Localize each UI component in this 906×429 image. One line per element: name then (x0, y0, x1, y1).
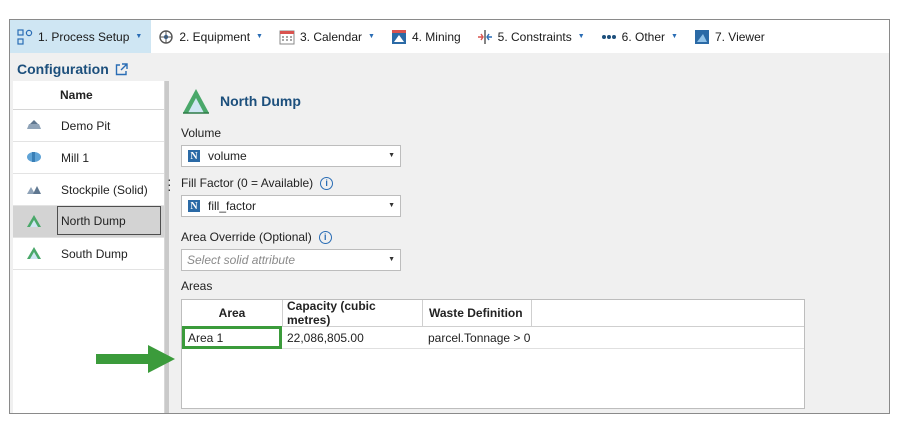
volume-label: Volume (181, 126, 221, 140)
fill-factor-label-text: Fill Factor (0 = Available) (181, 176, 314, 190)
detail-header: North Dump (181, 87, 301, 115)
main-toolbar: 1. Process Setup ▼ 2. Equipment ▼ 3. Cal… (10, 20, 889, 53)
info-icon[interactable]: i (320, 176, 334, 190)
column-header-capacity[interactable]: Capacity (cubic metres) (283, 299, 423, 327)
tab-mining-label: 4. Mining (411, 29, 461, 44)
areas-grid: Area Capacity (cubic metres) Waste Defin… (181, 299, 805, 409)
mining-icon (391, 29, 406, 44)
calendar-icon (279, 30, 295, 44)
list-item-north-dump[interactable]: North Dump (13, 206, 164, 238)
tab-other-label: 6. Other (621, 29, 666, 44)
chevron-down-icon[interactable]: ▼ (388, 152, 395, 159)
fill-factor-dropdown[interactable]: N fill_factor ▼ (181, 195, 401, 217)
mill-icon (27, 152, 41, 162)
column-header-filler (532, 300, 804, 327)
capacity-cell[interactable]: 22,086,805.00 (287, 327, 423, 349)
equipment-icon (159, 29, 174, 44)
volume-dropdown[interactable]: N volume ▼ (181, 145, 401, 167)
stockpile-icon (27, 186, 41, 194)
pit-icon (27, 120, 41, 129)
list-item-label: Mill 1 (61, 151, 90, 165)
fill-factor-label: Fill Factor (0 = Available) i (181, 176, 334, 190)
waste-definition-cell[interactable]: parcel.Tonnage > 0 (428, 327, 628, 349)
process-setup-icon (17, 28, 33, 45)
volume-value: volume (208, 149, 247, 163)
tab-constraints[interactable]: 5. Constraints ▼ (470, 20, 594, 53)
column-header-waste-definition[interactable]: Waste Definition (423, 300, 532, 327)
tab-process-setup-label: 1. Process Setup (38, 29, 130, 44)
tab-calendar-label: 3. Calendar (299, 29, 363, 44)
list-item-label: South Dump (61, 247, 128, 261)
dump-icon (27, 215, 41, 227)
area-cell-value: Area 1 (188, 330, 224, 345)
splitter-grip-icon[interactable]: · · · (167, 172, 172, 196)
app-window: 1. Process Setup ▼ 2. Equipment ▼ 3. Cal… (9, 19, 890, 414)
tab-viewer-label: 7. Viewer (714, 29, 765, 44)
dump-icon (27, 247, 41, 259)
detail-title: North Dump (220, 93, 301, 109)
viewer-icon (694, 29, 709, 44)
list-item-mill-1[interactable]: Mill 1 (13, 142, 164, 174)
numeric-attribute-icon: N (188, 200, 200, 212)
list-item-demo-pit[interactable]: Demo Pit (13, 110, 164, 142)
column-header-area[interactable]: Area (182, 300, 283, 327)
list-item-label: Stockpile (Solid) (61, 183, 148, 197)
constraints-icon (477, 29, 492, 44)
fill-factor-value: fill_factor (208, 199, 257, 213)
chevron-down-icon: ▼ (135, 33, 143, 40)
tab-viewer[interactable]: 7. Viewer (687, 20, 774, 53)
list-item-label: North Dump (57, 206, 161, 235)
tab-equipment-label: 2. Equipment (179, 29, 251, 44)
area-cell-editing[interactable]: Area 1 (182, 326, 282, 349)
tab-mining[interactable]: 4. Mining (384, 20, 470, 53)
tab-process-setup[interactable]: 1. Process Setup ▼ (10, 20, 152, 53)
area-override-label: Area Override (Optional) i (181, 230, 332, 244)
chevron-down-icon: ▼ (671, 33, 678, 40)
chevron-down-icon[interactable]: ▼ (388, 202, 395, 209)
callout-arrow-icon (96, 345, 175, 373)
configuration-header: Configuration (17, 61, 128, 77)
list-header: Name (13, 81, 164, 110)
tab-calendar[interactable]: 3. Calendar ▼ (272, 20, 384, 53)
area-override-label-text: Area Override (Optional) (181, 230, 312, 244)
chevron-down-icon: ▼ (256, 33, 263, 40)
tab-other[interactable]: 6. Other ▼ (594, 20, 687, 53)
area-override-dropdown[interactable]: Select solid attribute ▼ (181, 249, 401, 271)
chevron-down-icon: ▼ (368, 33, 375, 40)
chevron-down-icon: ▼ (577, 33, 585, 40)
configuration-title: Configuration (17, 61, 109, 77)
list-item-south-dump[interactable]: South Dump (13, 238, 164, 270)
list-item-label: Demo Pit (61, 119, 111, 133)
tab-equipment[interactable]: 2. Equipment ▼ (151, 20, 272, 53)
popout-icon[interactable] (115, 62, 128, 76)
areas-label: Areas (181, 279, 212, 293)
other-icon (601, 34, 616, 39)
numeric-attribute-icon: N (188, 150, 200, 162)
dump-icon (183, 89, 209, 114)
info-icon[interactable]: i (318, 230, 332, 244)
list-item-stockpile[interactable]: Stockpile (Solid) (13, 174, 164, 206)
tab-constraints-label: 5. Constraints (497, 29, 572, 44)
volume-label-text: Volume (181, 126, 222, 140)
chevron-down-icon[interactable]: ▼ (388, 256, 395, 263)
column-header-name[interactable]: Name (60, 88, 93, 102)
area-override-placeholder: Select solid attribute (187, 253, 296, 267)
areas-label-text: Areas (181, 279, 213, 293)
